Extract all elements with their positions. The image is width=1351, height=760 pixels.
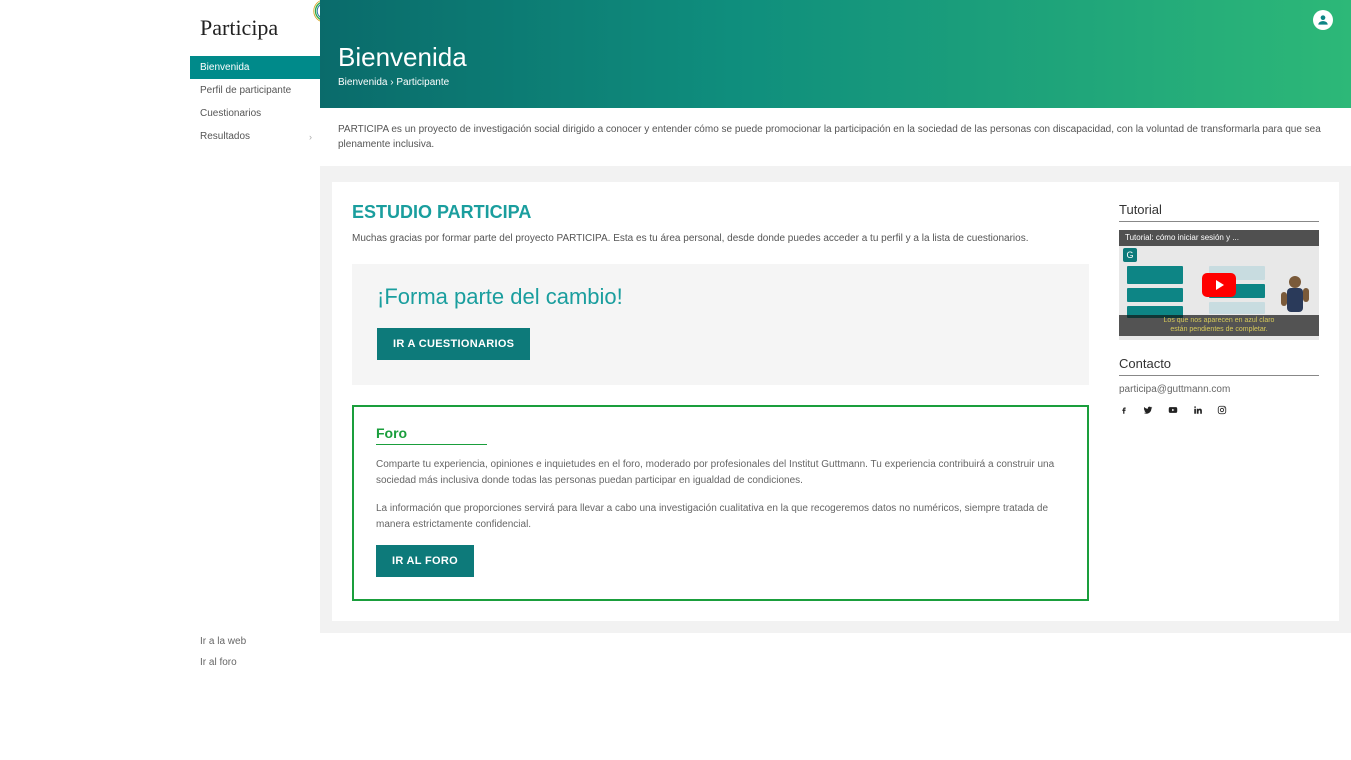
sidebar-item-resultados[interactable]: Resultados › <box>190 125 320 148</box>
video-preview-block <box>1127 288 1183 302</box>
linkedin-icon[interactable] <box>1193 405 1203 418</box>
twitter-icon[interactable] <box>1143 405 1153 418</box>
social-links <box>1119 405 1319 418</box>
tutorial-video[interactable]: G Tutorial: cóm <box>1119 230 1319 340</box>
sidebar-item-label: Resultados <box>200 131 250 142</box>
foro-paragraph-2: La información que proporciones servirá … <box>376 501 1065 533</box>
sidebar-item-label: Cuestionarios <box>200 108 261 119</box>
cta-box: ¡Forma parte del cambio! IR A CUESTIONAR… <box>352 264 1089 385</box>
youtube-icon[interactable] <box>1167 405 1179 418</box>
video-title-overlay: Tutorial: cómo iniciar sesión y ... <box>1119 230 1319 246</box>
sidebar-nav: Bienvenida Perfil de participante Cuesti… <box>190 56 320 148</box>
video-caption-line: están pendientes de completar. <box>1123 326 1315 334</box>
link-ir-a-la-web[interactable]: Ir a la web <box>190 631 320 652</box>
study-intro: Muchas gracias por formar parte del proy… <box>352 233 1089 244</box>
sidebar-bottom-links: Ir a la web Ir al foro <box>190 631 320 673</box>
content-left: ESTUDIO PARTICIPA Muchas gracias por for… <box>352 202 1089 601</box>
facebook-icon[interactable] <box>1119 405 1129 418</box>
go-to-questionnaires-button[interactable]: IR A CUESTIONARIOS <box>377 328 530 360</box>
sidebar-item-perfil[interactable]: Perfil de participante <box>190 79 320 102</box>
study-title: ESTUDIO PARTICIPA <box>352 202 1089 223</box>
chevron-right-icon: › <box>309 132 312 142</box>
header: Bienvenida Bienvenida › Participante <box>320 0 1351 108</box>
video-preview-block <box>1127 266 1183 284</box>
link-label: Ir a la web <box>200 636 246 647</box>
video-caption-line: Los que nos aparecen en azul claro <box>1123 317 1315 325</box>
avatar[interactable] <box>1313 10 1333 30</box>
instagram-icon[interactable] <box>1217 405 1227 418</box>
sidebar: Participa Bienvenida Perfil de participa… <box>190 0 320 633</box>
go-to-forum-button[interactable]: IR AL FORO <box>376 545 474 577</box>
breadcrumb-item[interactable]: Participante <box>396 77 449 88</box>
sidebar-item-cuestionarios[interactable]: Cuestionarios <box>190 102 320 125</box>
video-caption: Los que nos aparecen en azul claro están… <box>1119 315 1319 336</box>
sidebar-item-label: Perfil de participante <box>200 85 291 96</box>
video-preview-block <box>1209 302 1265 314</box>
intro-card: PARTICIPA es un proyecto de investigació… <box>320 108 1351 166</box>
main: Bienvenida Bienvenida › Participante PAR… <box>320 0 1351 633</box>
content-right: Tutorial G <box>1119 202 1319 601</box>
content-card: ESTUDIO PARTICIPA Muchas gracias por for… <box>332 182 1339 621</box>
video-brand-icon: G <box>1123 248 1137 262</box>
link-ir-al-foro[interactable]: Ir al foro <box>190 652 320 673</box>
contact-email[interactable]: participa@guttmann.com <box>1119 384 1319 395</box>
logo: Participa <box>190 0 320 51</box>
sidebar-item-bienvenida[interactable]: Bienvenida <box>190 56 320 79</box>
cta-title: ¡Forma parte del cambio! <box>377 284 1064 310</box>
link-label: Ir al foro <box>200 657 237 668</box>
breadcrumb: Bienvenida › Participante <box>338 77 1333 88</box>
user-icon <box>1316 13 1330 27</box>
tutorial-heading: Tutorial <box>1119 202 1319 222</box>
breadcrumb-item[interactable]: Bienvenida <box>338 77 387 88</box>
play-icon <box>1202 273 1236 297</box>
intro-text: PARTICIPA es un proyecto de investigació… <box>338 122 1333 152</box>
page-title: Bienvenida <box>338 42 1333 73</box>
contact-heading: Contacto <box>1119 356 1319 376</box>
foro-title: Foro <box>376 425 487 445</box>
brand-text: Participa <box>200 15 278 41</box>
foro-box: Foro Comparte tu experiencia, opiniones … <box>352 405 1089 601</box>
sidebar-item-label: Bienvenida <box>200 62 249 73</box>
foro-paragraph-1: Comparte tu experiencia, opiniones e inq… <box>376 457 1065 489</box>
